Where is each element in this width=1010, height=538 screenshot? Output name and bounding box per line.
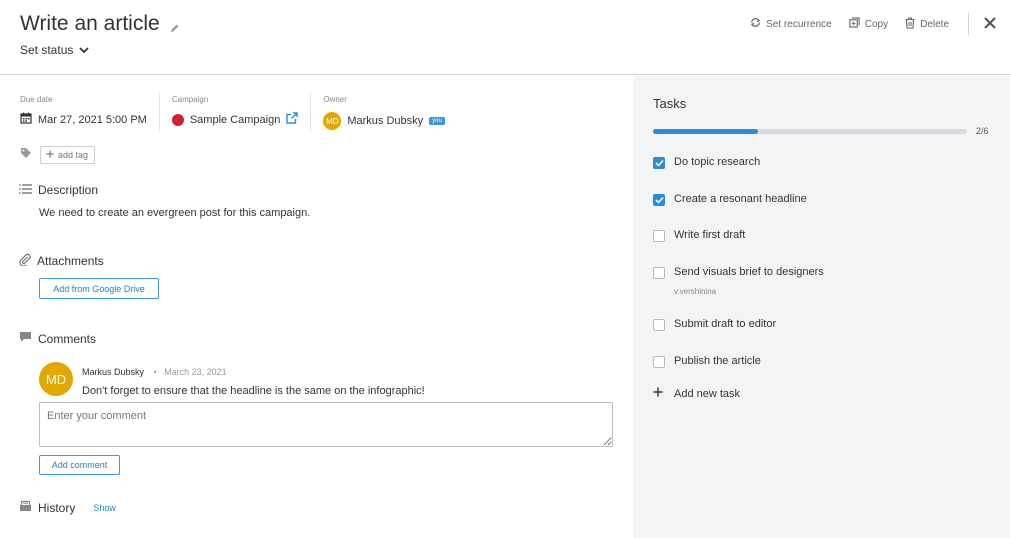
comment-author-avatar: MD (39, 362, 73, 396)
copy-label: Copy (864, 18, 889, 30)
owner-label: Owner (323, 95, 347, 104)
description-heading-label: Description (38, 183, 99, 197)
description-text[interactable]: We need to create an evergreen post for … (39, 207, 310, 219)
close-button[interactable] (983, 16, 997, 33)
task-checkbox[interactable] (653, 319, 665, 331)
add-new-task-label: Add new task (674, 387, 741, 400)
tasks-progress-bar (653, 129, 967, 134)
plus-icon (653, 387, 663, 400)
calendar-icon (20, 112, 32, 127)
due-date-value: Mar 27, 2021 5:00 PM (38, 113, 147, 126)
due-date-field[interactable]: Due date Mar 27, 2021 5:00 PM (20, 93, 160, 131)
paperclip-icon (19, 253, 31, 269)
history-heading-label: History (38, 500, 76, 515)
due-date-label: Due date (20, 95, 53, 104)
tag-icon (20, 146, 32, 164)
comment-separator: • (153, 367, 157, 377)
close-icon (983, 16, 997, 33)
copy-icon (849, 17, 860, 31)
tasks-progress-fill (653, 129, 758, 134)
comments-heading-label: Comments (38, 331, 97, 346)
history-icon (19, 500, 32, 515)
tags-row: add tag (20, 146, 96, 164)
set-recurrence-button[interactable]: Set recurrence (750, 17, 832, 31)
task-item[interactable]: Send visuals brief to designers v.vershi… (653, 266, 824, 296)
checkmark-icon (654, 159, 664, 167)
external-link-icon[interactable] (286, 112, 299, 127)
task-checkbox[interactable] (653, 267, 665, 279)
history-heading: History Show (19, 500, 116, 515)
attachments-heading-label: Attachments (37, 254, 104, 268)
pencil-icon[interactable] (170, 20, 180, 38)
you-badge: you (429, 117, 445, 125)
copy-button[interactable]: Copy (849, 17, 888, 31)
task-checkbox[interactable] (653, 157, 665, 169)
add-tag-label: add tag (58, 150, 89, 160)
trash-icon (905, 16, 915, 32)
task-item[interactable]: Publish the article (653, 355, 761, 368)
task-item[interactable]: Submit draft to editor (653, 318, 776, 331)
owner-avatar: MD (323, 112, 342, 130)
campaign-label: Campaign (171, 95, 209, 104)
delete-label: Delete (920, 18, 949, 30)
comment-date: March 23, 2021 (164, 367, 227, 377)
add-from-google-drive-button[interactable]: Add from Google Drive (39, 278, 159, 299)
comment-author: Markus Dubsky (82, 367, 145, 377)
add-tag-button[interactable]: add tag (40, 146, 96, 164)
task-label: Send visuals brief to designers (674, 266, 824, 278)
checkmark-icon (654, 196, 664, 204)
plus-icon (46, 150, 54, 160)
set-status-label: Set status (20, 43, 74, 57)
task-label: Publish the article (674, 355, 761, 367)
task-checkbox[interactable] (653, 230, 665, 242)
tasks-panel: Tasks 2/6 Do topic research Create a res… (633, 76, 1010, 538)
add-new-task-button[interactable]: Add new task (653, 387, 740, 400)
task-label: Write first draft (674, 229, 746, 241)
comment-item: MD Markus Dubsky • March 23, 2021 Don't … (39, 362, 425, 397)
task-item[interactable]: Do topic research (653, 156, 760, 169)
task-item[interactable]: Create a resonant headline (653, 193, 807, 206)
comments-heading: Comments (19, 331, 96, 346)
recurrence-icon (750, 17, 761, 31)
campaign-color-dot (171, 113, 184, 126)
list-icon (19, 183, 32, 197)
comment-icon (19, 331, 32, 346)
tasks-progress-count: 2/6 (976, 126, 989, 136)
task-checkbox[interactable] (653, 356, 665, 368)
add-comment-button[interactable]: Add comment (39, 455, 120, 475)
owner-field[interactable]: Owner MD Markus Dubsky you (323, 93, 456, 131)
set-recurrence-label: Set recurrence (766, 18, 832, 30)
task-meta: Due date Mar 27, 2021 5:00 PM Campaign S… (20, 93, 469, 131)
chevron-down-icon (79, 43, 90, 57)
task-details-panel: Due date Mar 27, 2021 5:00 PM Campaign S… (0, 76, 633, 538)
comment-input[interactable] (39, 402, 613, 447)
comment-text: Don't forget to ensure that the headline… (82, 385, 425, 397)
campaign-value[interactable]: Sample Campaign (190, 114, 281, 126)
header-actions: Set recurrence Copy Delete (750, 0, 1010, 48)
history-show-link[interactable]: Show (93, 503, 116, 513)
task-label: Create a resonant headline (674, 193, 807, 205)
campaign-field: Campaign Sample Campaign (171, 93, 312, 131)
owner-name: Markus Dubsky (347, 115, 424, 127)
task-label: Do topic research (674, 156, 761, 168)
tasks-heading: Tasks (653, 96, 687, 111)
task-title[interactable]: Write an article (20, 12, 160, 36)
description-heading: Description (19, 183, 98, 197)
task-label: Submit draft to editor (674, 318, 777, 330)
delete-button[interactable]: Delete (905, 16, 949, 32)
task-header: Write an article Set status Set recurren… (0, 0, 1010, 75)
task-assignee: v.vershinina (674, 287, 717, 296)
task-checkbox[interactable] (653, 194, 665, 206)
set-status-dropdown[interactable]: Set status (20, 43, 90, 57)
attachments-heading: Attachments (19, 253, 104, 269)
header-divider (968, 13, 969, 35)
task-item[interactable]: Write first draft (653, 229, 745, 242)
